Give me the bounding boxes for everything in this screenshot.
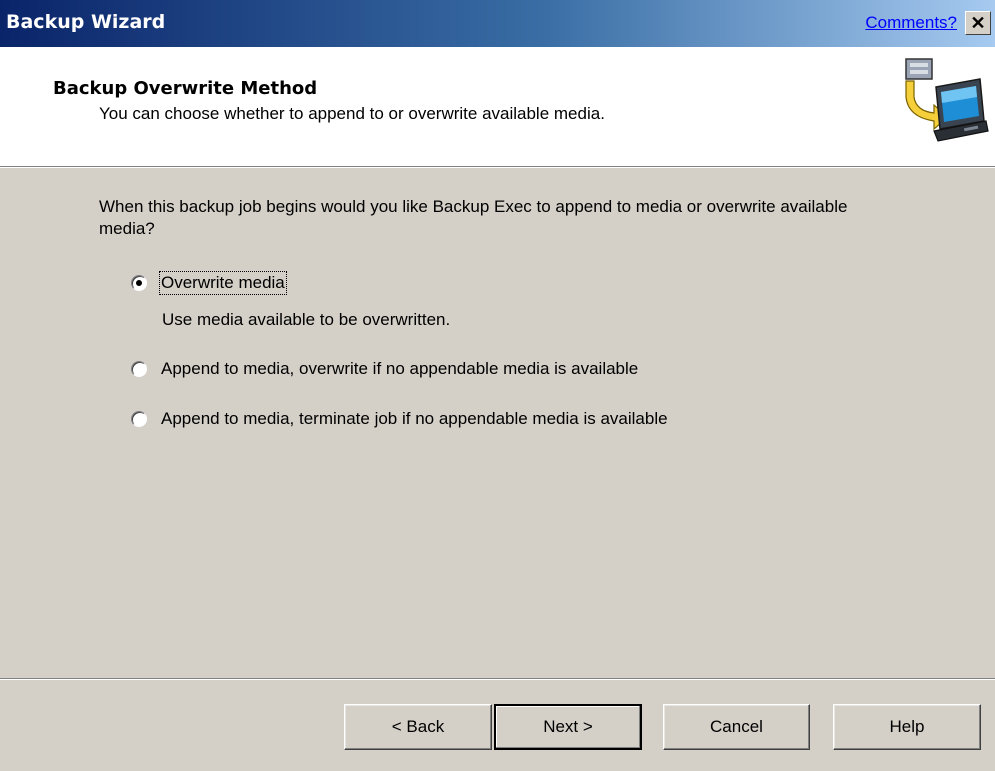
wizard-header: Backup Overwrite Method You can choose w… [0, 47, 995, 166]
close-button[interactable]: ✕ [965, 11, 991, 35]
append-terminate-label[interactable]: Append to media, terminate job if no app… [161, 409, 668, 429]
close-icon: ✕ [970, 12, 986, 33]
backup-wizard-window: Backup Wizard Comments? ✕ Backup Overwri… [0, 0, 995, 771]
overwrite-media-radio[interactable] [131, 275, 147, 291]
title-bar[interactable]: Backup Wizard Comments? ✕ [0, 0, 995, 47]
overwrite-media-label[interactable]: Overwrite media [159, 271, 287, 295]
back-button[interactable]: < Back [344, 704, 492, 750]
radio-selected-dot [136, 280, 142, 286]
append-terminate-radio[interactable] [131, 411, 147, 427]
cancel-button[interactable]: Cancel [663, 704, 810, 750]
footer-divider [0, 678, 995, 680]
option-overwrite-media[interactable]: Overwrite media [131, 271, 287, 295]
page-title: Backup Overwrite Method [53, 78, 318, 99]
option-append-terminate[interactable]: Append to media, terminate job if no app… [131, 409, 668, 429]
help-button[interactable]: Help [833, 704, 981, 750]
overwrite-media-hint: Use media available to be overwritten. [162, 310, 451, 329]
option-append-overwrite[interactable]: Append to media, overwrite if no appenda… [131, 359, 638, 379]
append-overwrite-radio[interactable] [131, 361, 147, 377]
backup-computer-icon [905, 58, 989, 142]
page-subtitle: You can choose whether to append to or o… [99, 104, 605, 123]
comments-link[interactable]: Comments? [865, 13, 957, 33]
next-button[interactable]: Next > [494, 704, 642, 750]
window-title: Backup Wizard [6, 11, 166, 33]
question-text: When this backup job begins would you li… [99, 197, 848, 238]
header-divider [0, 166, 995, 168]
append-overwrite-label[interactable]: Append to media, overwrite if no appenda… [161, 359, 638, 379]
